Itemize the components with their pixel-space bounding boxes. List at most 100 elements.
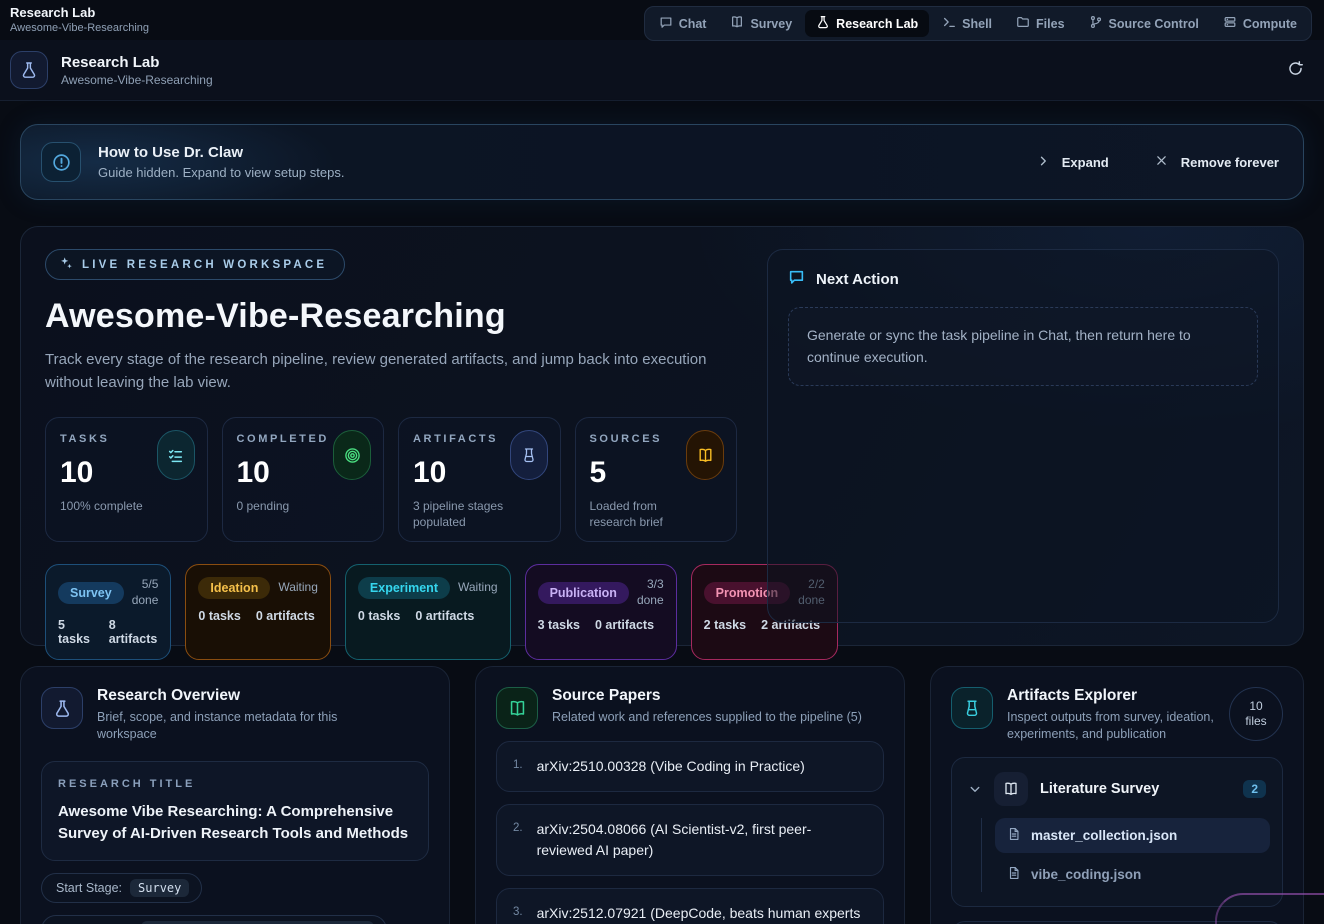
tab-label: Shell — [962, 17, 992, 31]
research-title-label: RESEARCH TITLE — [58, 778, 412, 790]
stat-sub: 0 pending — [237, 499, 342, 515]
start-stage-pill: Start Stage: Survey — [41, 873, 202, 903]
stage-name: Publication — [538, 582, 629, 604]
refresh-icon — [1287, 60, 1304, 80]
file-name: vibe_coding.json — [1031, 867, 1141, 882]
files-count-badge: 10 files — [1229, 687, 1283, 741]
live-workspace-badge: LIVE RESEARCH WORKSPACE — [45, 249, 345, 280]
flask-icon — [41, 687, 83, 729]
chat-icon — [659, 15, 673, 32]
live-workspace-label: LIVE RESEARCH WORKSPACE — [82, 259, 327, 271]
lab-header-titles: Research Lab Awesome-Vibe-Researching — [61, 54, 213, 87]
artifacts-explorer-subtitle: Inspect outputs from survey, ideation, e… — [1007, 709, 1215, 743]
remove-guide-button[interactable]: Remove forever — [1155, 154, 1279, 170]
stage-chip-survey: Survey 5/5 done 5 tasks 8 artifacts — [45, 564, 171, 660]
artifact-section-literature-survey: Literature Survey 2 master_collection.js… — [951, 757, 1283, 907]
tab-chat[interactable]: Chat — [648, 10, 718, 37]
files-count-label: files — [1245, 714, 1266, 729]
tab-label: Research Lab — [836, 17, 918, 31]
artifacts-explorer-title: Artifacts Explorer — [1007, 687, 1215, 705]
file-icon — [1007, 827, 1021, 844]
paper-item-3[interactable]: 3. arXiv:2512.07921 (DeepCode, beats hum… — [496, 888, 884, 924]
stat-sub: 100% complete — [60, 499, 165, 515]
stage-chip-ideation: Ideation Waiting 0 tasks 0 artifacts — [185, 564, 331, 660]
stage-artifacts: 0 artifacts — [256, 609, 315, 623]
guide-banner-text: How to Use Dr. Claw Guide hidden. Expand… — [98, 144, 344, 180]
open-book-icon — [686, 430, 724, 480]
stat-sub: Loaded from research brief — [590, 499, 695, 530]
stat-sub: 3 pipeline stages populated — [413, 499, 518, 530]
next-action-message: Generate or sync the task pipeline in Ch… — [788, 307, 1258, 386]
literature-survey-files: master_collection.json vibe_coding.json — [981, 818, 1270, 892]
stage-name: Experiment — [358, 577, 450, 599]
stage-name: Survey — [58, 582, 124, 604]
meta-target-venue-row: Target Venue: GitHub awesome-list reposi… — [41, 915, 429, 924]
stage-tasks: 2 tasks — [704, 618, 746, 632]
research-title-box: RESEARCH TITLE Awesome Vibe Researching:… — [41, 761, 429, 862]
stage-artifacts: 0 artifacts — [595, 618, 654, 632]
stat-card-sources: SOURCES 5 Loaded from research brief — [575, 417, 738, 542]
folder-icon — [1016, 15, 1030, 32]
tab-shell[interactable]: Shell — [931, 10, 1003, 37]
target-venue-pill: Target Venue: GitHub awesome-list reposi… — [41, 915, 387, 924]
tab-files[interactable]: Files — [1005, 10, 1076, 37]
stage-status: 5/5 done — [132, 577, 159, 608]
page-title: Research Lab — [61, 54, 213, 71]
info-icon — [41, 142, 81, 182]
literature-survey-header[interactable]: Literature Survey 2 — [960, 766, 1274, 812]
stage-chips: Survey 5/5 done 5 tasks 8 artifacts Idea… — [45, 564, 737, 660]
paper-text: arXiv:2504.08066 (AI Scientist-v2, first… — [537, 819, 867, 861]
meta-value: Survey — [130, 879, 189, 897]
chat-bubble-icon — [788, 268, 805, 290]
beaker-icon — [951, 687, 993, 729]
workspace-panel: LIVE RESEARCH WORKSPACE Awesome-Vibe-Res… — [20, 226, 1304, 646]
open-book-icon — [994, 772, 1028, 806]
tab-label: Survey — [750, 17, 792, 31]
paper-number: 2. — [513, 819, 523, 861]
top-tab-bar: Chat Survey Research Lab Shell Files Sou… — [644, 6, 1312, 41]
beaker-icon — [510, 430, 548, 480]
tab-source-control[interactable]: Source Control — [1078, 10, 1210, 37]
remove-guide-label: Remove forever — [1181, 155, 1279, 170]
tab-research-lab[interactable]: Research Lab — [805, 10, 929, 37]
tab-label: Compute — [1243, 17, 1297, 31]
detail-cards: Research Overview Brief, scope, and inst… — [20, 666, 1304, 924]
stage-tasks: 5 tasks — [58, 618, 94, 646]
research-lab-app: Research Lab Awesome-Vibe-Researching Ch… — [0, 0, 1324, 924]
paper-item-2[interactable]: 2. arXiv:2504.08066 (AI Scientist-v2, fi… — [496, 804, 884, 876]
refresh-button[interactable] — [1287, 60, 1304, 80]
next-action-title: Next Action — [816, 271, 899, 288]
server-icon — [1223, 15, 1237, 32]
stage-artifacts: 0 artifacts — [415, 609, 474, 623]
stage-status: Waiting — [458, 580, 498, 596]
research-overview-title: Research Overview — [97, 687, 342, 705]
files-count: 10 — [1249, 699, 1262, 714]
stat-card-completed: COMPLETED 10 0 pending — [222, 417, 385, 542]
research-title-value: Awesome Vibe Researching: A Comprehensiv… — [58, 801, 412, 845]
sparkles-icon — [59, 256, 73, 273]
file-master-collection[interactable]: master_collection.json — [995, 818, 1270, 853]
chevron-right-icon — [1037, 155, 1049, 170]
file-vibe-coding[interactable]: vibe_coding.json — [995, 857, 1270, 892]
tab-label: Files — [1036, 17, 1065, 31]
stage-tasks: 0 tasks — [198, 609, 240, 623]
top-bar-titles: Research Lab Awesome-Vibe-Researching — [10, 5, 149, 34]
flask-icon — [816, 15, 830, 32]
source-papers-card: Source Papers Related work and reference… — [475, 666, 905, 924]
checklist-icon — [157, 430, 195, 480]
meta-label: Start Stage: — [56, 881, 122, 895]
stage-name: Ideation — [198, 577, 270, 599]
source-papers-subtitle: Related work and references supplied to … — [552, 709, 862, 726]
book-icon — [730, 15, 744, 32]
tab-compute[interactable]: Compute — [1212, 10, 1308, 37]
flask-icon — [10, 51, 48, 89]
target-icon — [333, 430, 371, 480]
workspace-title: Awesome-Vibe-Researching — [45, 297, 737, 336]
tab-survey[interactable]: Survey — [719, 10, 803, 37]
paper-item-1[interactable]: 1. arXiv:2510.00328 (Vibe Coding in Prac… — [496, 741, 884, 792]
next-action-panel: Next Action Generate or sync the task pi… — [767, 249, 1279, 623]
paper-text: arXiv:2510.00328 (Vibe Coding in Practic… — [537, 756, 805, 777]
lab-header: Research Lab Awesome-Vibe-Researching — [0, 40, 1324, 101]
app-title: Research Lab — [10, 5, 149, 20]
expand-guide-button[interactable]: Expand — [1037, 155, 1109, 170]
